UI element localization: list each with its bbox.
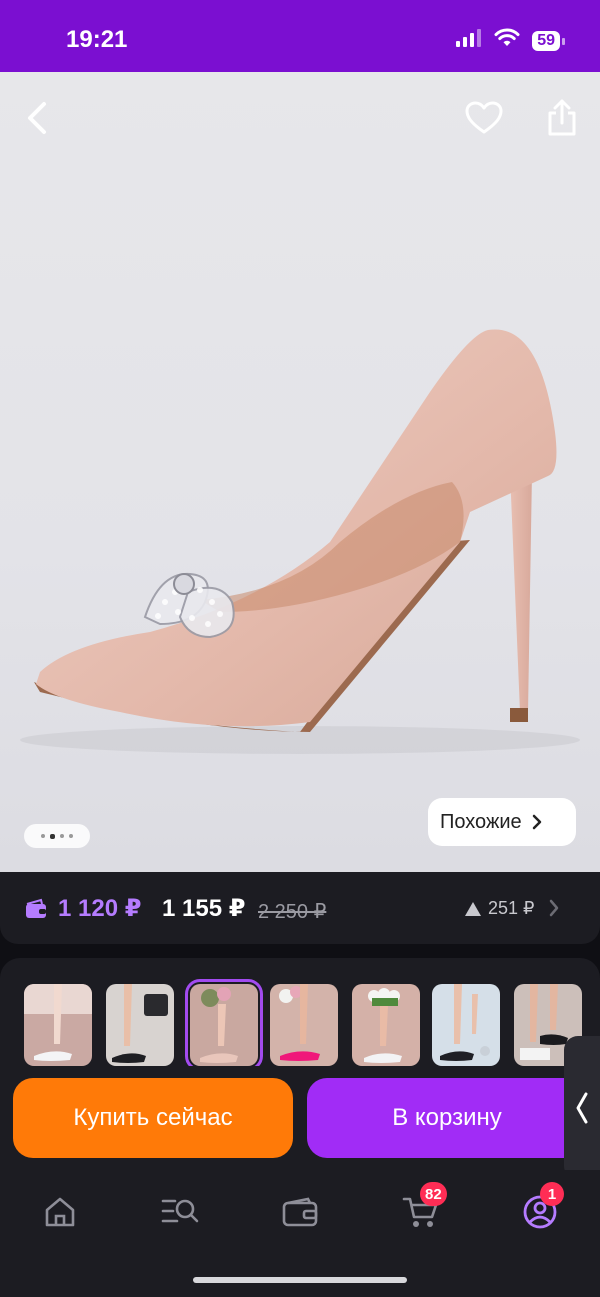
price-trend: 251 ₽	[464, 898, 535, 919]
price-trend-value: 251 ₽	[488, 898, 535, 918]
product-gallery[interactable]: Похожие	[0, 72, 600, 872]
card-price: 1 120 ₽	[58, 895, 142, 922]
variant-thumbnail[interactable]	[352, 984, 420, 1066]
status-bar: 19:21 59	[0, 0, 600, 72]
price: 1 155 ₽	[162, 895, 246, 922]
pagination-dot	[60, 834, 64, 838]
home-indicator	[193, 1277, 407, 1283]
status-icons: 59	[456, 28, 565, 53]
share-button[interactable]	[538, 94, 586, 142]
cart-badge: 82	[420, 1182, 447, 1206]
side-panel-handle[interactable]	[564, 1036, 600, 1180]
share-icon	[548, 99, 576, 136]
wifi-icon	[494, 28, 520, 53]
similar-label: Похожие	[440, 810, 522, 833]
action-bar: Купить сейчас В корзину	[0, 1066, 600, 1170]
chevron-right-icon	[532, 814, 541, 830]
nav-profile[interactable]: 1	[512, 1182, 568, 1234]
variant-thumbnail[interactable]	[432, 984, 500, 1066]
pagination-dot	[69, 834, 73, 838]
variant-thumbnail[interactable]	[270, 984, 338, 1066]
chevron-right-icon	[549, 899, 559, 917]
variant-thumbnail[interactable]	[106, 984, 174, 1066]
back-button[interactable]	[14, 94, 62, 142]
similar-button[interactable]: Похожие	[428, 798, 576, 846]
back-icon	[28, 102, 46, 134]
nav-catalog[interactable]	[152, 1190, 208, 1234]
wallet-icon	[282, 1197, 318, 1227]
old-price: 2 250 ₽	[258, 901, 327, 923]
heart-icon	[465, 101, 503, 134]
add-to-cart-button[interactable]: В корзину	[307, 1078, 587, 1158]
pagination-dot	[41, 834, 45, 838]
pagination-dot-active	[50, 833, 55, 839]
signal-icon	[456, 29, 482, 52]
gallery-pagination	[24, 824, 90, 848]
nav-home[interactable]	[32, 1190, 88, 1234]
nav-wallet[interactable]	[272, 1190, 328, 1234]
product-image	[20, 329, 580, 754]
status-time: 19:21	[66, 26, 128, 53]
battery-icon: 59	[532, 30, 565, 51]
home-icon	[45, 1197, 75, 1227]
nav-cart[interactable]: 82	[392, 1182, 448, 1234]
chevron-left-icon	[576, 1092, 588, 1124]
buy-now-button[interactable]: Купить сейчас	[13, 1078, 293, 1158]
price-bar[interactable]: 1 120 ₽ 1 155 ₽ 2 250 ₽ 251 ₽	[0, 872, 600, 944]
favorite-button[interactable]	[460, 94, 508, 142]
profile-badge: 1	[540, 1182, 564, 1206]
triangle-up-icon	[465, 901, 481, 916]
variant-thumbnail-selected[interactable]	[185, 979, 263, 1071]
catalog-search-icon	[161, 1199, 199, 1223]
wallet-icon	[26, 898, 46, 918]
variant-thumbnail[interactable]	[24, 984, 92, 1066]
